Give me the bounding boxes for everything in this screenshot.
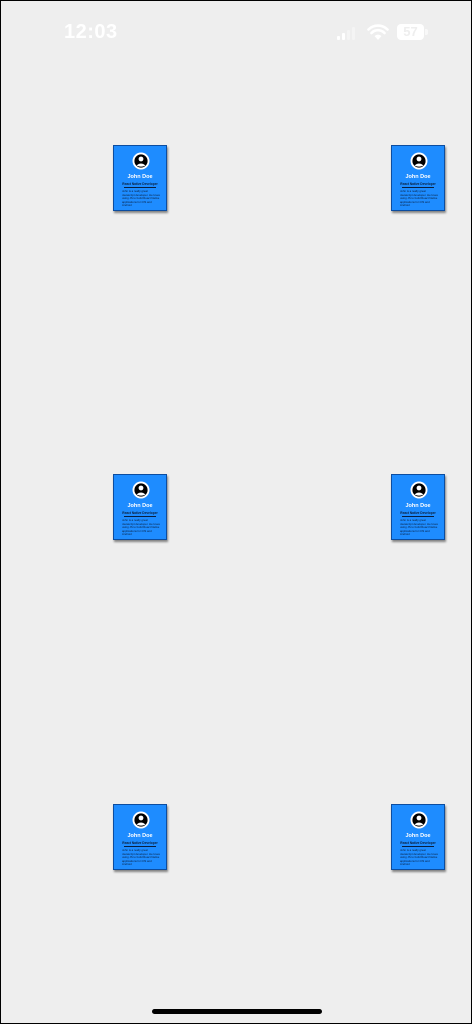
divider bbox=[124, 846, 156, 847]
profile-bio: John is a really great Javascript develo… bbox=[400, 190, 438, 208]
divider bbox=[402, 846, 434, 847]
avatar-icon bbox=[410, 481, 428, 499]
profile-bio: John is a really great Javascript develo… bbox=[122, 849, 160, 867]
profile-bio: John is a really great Javascript develo… bbox=[122, 190, 160, 208]
profile-bio: John is a really great Javascript develo… bbox=[400, 519, 438, 537]
profile-role: React Native Developer bbox=[400, 182, 436, 186]
profile-role: React Native Developer bbox=[400, 841, 436, 845]
profile-role: React Native Developer bbox=[400, 511, 436, 515]
profile-name: John Doe bbox=[127, 503, 153, 509]
divider bbox=[124, 187, 156, 188]
home-indicator[interactable] bbox=[152, 1009, 322, 1014]
battery-tip bbox=[425, 29, 428, 35]
divider bbox=[402, 187, 434, 188]
profile-role: React Native Developer bbox=[122, 841, 158, 845]
cellular-signal-icon bbox=[337, 26, 357, 40]
profile-bio: John is a really great Javascript develo… bbox=[122, 519, 160, 537]
divider bbox=[124, 516, 156, 517]
status-time: 12:03 bbox=[64, 21, 118, 43]
status-bar: 12:03 57 bbox=[1, 1, 471, 51]
avatar-icon bbox=[132, 152, 150, 170]
profile-card[interactable]: John Doe React Native Developer John is … bbox=[113, 804, 167, 870]
profile-role: React Native Developer bbox=[122, 511, 158, 515]
profile-name: John Doe bbox=[405, 174, 431, 180]
avatar-icon bbox=[132, 481, 150, 499]
profile-role: React Native Developer bbox=[122, 182, 158, 186]
profile-name: John Doe bbox=[127, 833, 153, 839]
profile-card[interactable]: John Doe React Native Developer John is … bbox=[113, 474, 167, 540]
profile-name: John Doe bbox=[127, 174, 153, 180]
battery-icon: 57 bbox=[397, 24, 424, 40]
phone-screen: 12:03 57 John Doe React Native Developer… bbox=[0, 0, 472, 1024]
profile-card[interactable]: John Doe React Native Developer John is … bbox=[391, 804, 445, 870]
profile-name: John Doe bbox=[405, 833, 431, 839]
avatar-icon bbox=[132, 811, 150, 829]
avatar-icon bbox=[410, 811, 428, 829]
profile-card[interactable]: John Doe React Native Developer John is … bbox=[391, 145, 445, 211]
divider bbox=[402, 516, 434, 517]
profile-card[interactable]: John Doe React Native Developer John is … bbox=[391, 474, 445, 540]
avatar-icon bbox=[410, 152, 428, 170]
wifi-icon bbox=[367, 24, 389, 40]
profile-name: John Doe bbox=[405, 503, 431, 509]
profile-card[interactable]: John Doe React Native Developer John is … bbox=[113, 145, 167, 211]
profile-bio: John is a really great Javascript develo… bbox=[400, 849, 438, 867]
